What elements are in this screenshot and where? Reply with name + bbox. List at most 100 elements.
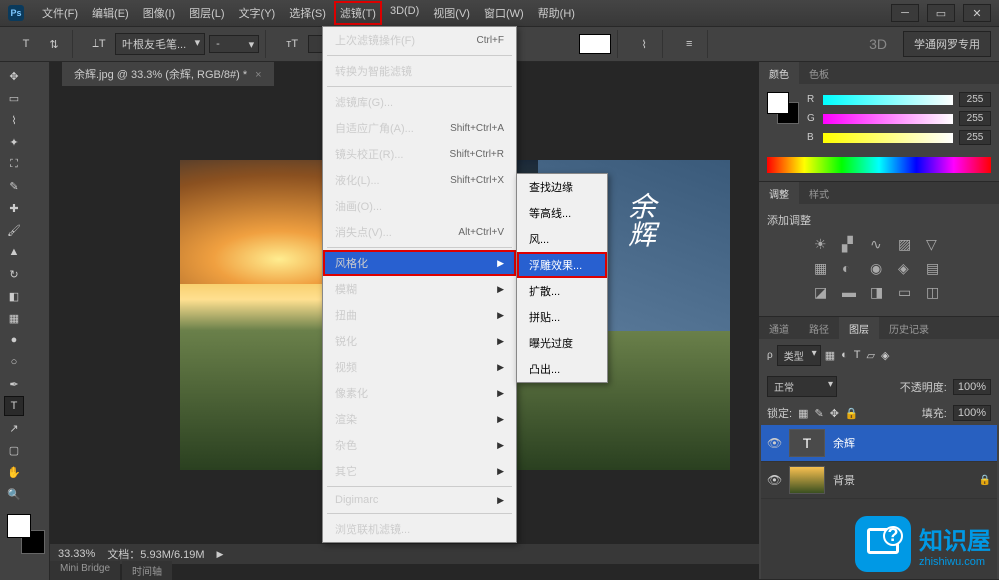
submenu-item[interactable]: 拼贴... — [517, 304, 607, 330]
menu-item[interactable]: 扭曲▶ — [323, 302, 516, 328]
vibrance-icon[interactable]: ▽ — [926, 236, 944, 254]
opacity-input[interactable]: 100% — [953, 379, 991, 395]
menu-item[interactable]: 油画(O)... — [323, 193, 516, 219]
menu-item[interactable]: 浏览联机滤镜... — [323, 516, 516, 542]
tab-paths[interactable]: 路径 — [799, 317, 839, 339]
gradient-map-icon[interactable]: ▭ — [898, 284, 916, 302]
healing-tool[interactable]: ✚ — [4, 198, 24, 218]
filter-adjust-icon[interactable]: ◐ — [841, 349, 848, 362]
zoom-tool[interactable]: 🔍 — [4, 484, 24, 504]
menu-item[interactable]: 杂色▶ — [323, 432, 516, 458]
photo-filter-icon[interactable]: ◉ — [870, 260, 888, 278]
visibility-icon[interactable]: 👁 — [767, 436, 781, 450]
minimize-button[interactable]: ─ — [891, 4, 919, 22]
lock-all-icon[interactable]: 🔒 — [845, 407, 859, 420]
crop-tool[interactable]: ⛶ — [4, 154, 24, 174]
font-style-select[interactable]: - — [209, 35, 259, 53]
lasso-tool[interactable]: ⌇ — [4, 110, 24, 130]
submenu-item[interactable]: 浮雕效果... — [517, 252, 607, 278]
curves-icon[interactable]: ∿ — [870, 236, 888, 254]
hand-tool[interactable]: ✋ — [4, 462, 24, 482]
lock-transparent-icon[interactable]: ▦ — [798, 407, 808, 420]
layer-thumb[interactable]: T — [789, 429, 825, 457]
marquee-tool[interactable]: ▭ — [4, 88, 24, 108]
color-picker[interactable] — [7, 514, 45, 554]
menu-文件[interactable]: 文件(F) — [36, 1, 84, 25]
close-icon[interactable]: × — [255, 69, 261, 81]
submenu-item[interactable]: 等高线... — [517, 200, 607, 226]
menu-滤镜[interactable]: 滤镜(T) — [334, 1, 382, 25]
warp-text-icon[interactable]: ⌇ — [632, 32, 656, 56]
document-tab[interactable]: 余辉.jpg @ 33.3% (余辉, RGB/8#) *× — [62, 62, 274, 87]
font-family-select[interactable]: 叶根友毛笔... — [115, 33, 205, 55]
tab-timeline[interactable]: 时间轴 — [122, 561, 172, 580]
menu-item[interactable]: 液化(L)...Shift+Ctrl+X — [323, 167, 516, 193]
text-tool[interactable]: T — [4, 396, 24, 416]
text-tool-icon[interactable]: T — [14, 32, 38, 56]
dodge-tool[interactable]: ○ — [4, 352, 24, 372]
b-slider[interactable] — [823, 133, 953, 143]
g-value[interactable]: 255 — [959, 111, 991, 126]
menu-item[interactable]: 像素化▶ — [323, 380, 516, 406]
brush-tool[interactable]: 🖌 — [4, 220, 24, 240]
history-brush-tool[interactable]: ↻ — [4, 264, 24, 284]
eraser-tool[interactable]: ◧ — [4, 286, 24, 306]
menu-item[interactable]: 镜头校正(R)...Shift+Ctrl+R — [323, 141, 516, 167]
tab-adjustments[interactable]: 调整 — [759, 182, 799, 204]
menu-item[interactable]: 锐化▶ — [323, 328, 516, 354]
layer-filter-select[interactable]: 类型 — [777, 345, 821, 366]
exposure-icon[interactable]: ▨ — [898, 236, 916, 254]
foreground-color[interactable] — [7, 514, 31, 538]
menu-帮助[interactable]: 帮助(H) — [532, 1, 581, 25]
layer-thumb[interactable] — [789, 466, 825, 494]
r-value[interactable]: 255 — [959, 92, 991, 107]
tab-history[interactable]: 历史记录 — [879, 317, 939, 339]
hue-icon[interactable]: ▦ — [814, 260, 832, 278]
menu-item[interactable]: 风格化▶ — [323, 250, 516, 276]
orientation-icon[interactable]: ⇅ — [42, 32, 66, 56]
color-spectrum[interactable] — [767, 157, 991, 173]
submenu-item[interactable]: 风... — [517, 226, 607, 252]
posterize-icon[interactable]: ▬ — [842, 284, 860, 302]
maximize-button[interactable]: ▭ — [927, 4, 955, 22]
path-tool[interactable]: ↗ — [4, 418, 24, 438]
menu-item[interactable]: 上次滤镜操作(F)Ctrl+F — [323, 27, 516, 53]
tab-swatches[interactable]: 色板 — [799, 62, 839, 84]
eyedropper-tool[interactable]: ✎ — [4, 176, 24, 196]
menu-选择[interactable]: 选择(S) — [283, 1, 332, 25]
tab-layers[interactable]: 图层 — [839, 317, 879, 339]
threed-label[interactable]: 3D — [869, 36, 887, 52]
filter-shape-icon[interactable]: ▱ — [867, 349, 875, 362]
threshold-icon[interactable]: ◨ — [870, 284, 888, 302]
submenu-item[interactable]: 凸出... — [517, 356, 607, 382]
close-button[interactable]: ✕ — [963, 4, 991, 22]
move-tool[interactable]: ✥ — [4, 66, 24, 86]
menu-3d[interactable]: 3D(D) — [384, 1, 425, 25]
tab-styles[interactable]: 样式 — [799, 182, 839, 204]
menu-item[interactable]: 其它▶ — [323, 458, 516, 484]
tab-channels[interactable]: 通道 — [759, 317, 799, 339]
b-value[interactable]: 255 — [959, 130, 991, 145]
blur-tool[interactable]: ● — [4, 330, 24, 350]
invert-icon[interactable]: ◪ — [814, 284, 832, 302]
menu-item[interactable]: 消失点(V)...Alt+Ctrl+V — [323, 219, 516, 245]
text-color-swatch[interactable] — [579, 34, 611, 54]
menu-窗口[interactable]: 窗口(W) — [478, 1, 530, 25]
wand-tool[interactable]: ✦ — [4, 132, 24, 152]
menu-item[interactable]: Digimarc▶ — [323, 489, 516, 511]
menu-item[interactable]: 转换为智能滤镜 — [323, 58, 516, 84]
menu-item[interactable]: 渲染▶ — [323, 406, 516, 432]
r-slider[interactable] — [823, 95, 953, 105]
fill-input[interactable]: 100% — [953, 405, 991, 421]
visibility-icon[interactable]: 👁 — [767, 473, 781, 487]
doc-info[interactable]: 文档：5.93M/6.19M — [107, 546, 204, 562]
levels-icon[interactable]: ▞ — [842, 236, 860, 254]
lock-pixels-icon[interactable]: ✎ — [814, 407, 823, 420]
pen-tool[interactable]: ✒ — [4, 374, 24, 394]
filter-pixel-icon[interactable]: ▦ — [825, 349, 835, 362]
brightness-icon[interactable]: ☀ — [814, 236, 832, 254]
menu-item[interactable]: 滤镜库(G)... — [323, 89, 516, 115]
menu-图像[interactable]: 图像(I) — [137, 1, 181, 25]
tab-minibridge[interactable]: Mini Bridge — [50, 561, 120, 580]
menu-item[interactable]: 模糊▶ — [323, 276, 516, 302]
